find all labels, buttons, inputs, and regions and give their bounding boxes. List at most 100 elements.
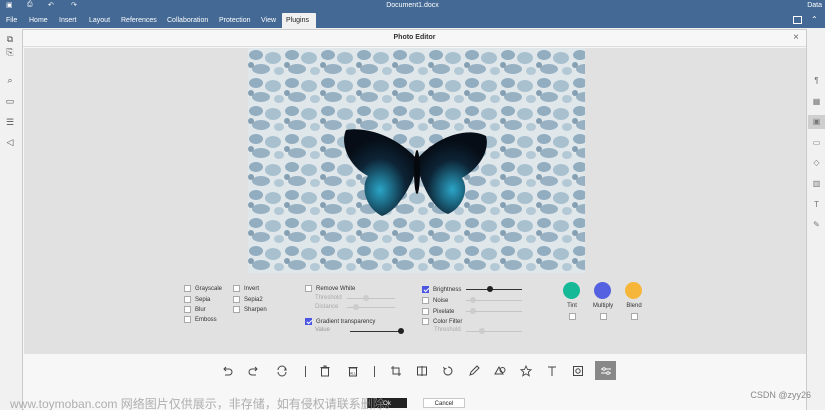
signature-icon[interactable]: ✎ — [808, 218, 825, 232]
noise-label: Noise — [433, 297, 449, 304]
sepia2-option[interactable]: Sepia2 — [233, 295, 263, 304]
color-filter-threshold-knob[interactable] — [479, 328, 485, 334]
shape-settings-icon[interactable]: ◇ — [808, 156, 825, 170]
text-art-icon[interactable]: T — [808, 198, 825, 212]
star-icon[interactable] — [518, 363, 534, 379]
remove-white-threshold-slider[interactable] — [347, 298, 395, 299]
brightness-knob[interactable] — [486, 286, 493, 292]
collapse-icon[interactable]: ⌃ — [811, 16, 820, 24]
gradient-value-slider[interactable] — [350, 331, 402, 332]
photo-canvas[interactable] — [248, 48, 585, 273]
menu-layout[interactable]: Layout — [85, 13, 114, 28]
menu-insert[interactable]: Insert — [55, 13, 81, 28]
invert-label: Invert — [244, 285, 260, 292]
remove-white-checkbox[interactable] — [305, 285, 312, 292]
remove-white-distance-knob[interactable] — [353, 304, 359, 310]
menu-view[interactable]: View — [257, 13, 280, 28]
emboss-checkbox[interactable] — [184, 316, 191, 323]
color-filter-threshold-slider[interactable] — [466, 331, 522, 332]
brightness-slider[interactable] — [466, 289, 522, 290]
remove-white-threshold-knob[interactable] — [363, 295, 369, 301]
crop-icon[interactable] — [388, 363, 404, 379]
remove-white-label: Remove White — [316, 285, 356, 292]
multiply-checkbox[interactable] — [600, 313, 607, 320]
brightness-label: Brightness — [433, 286, 462, 293]
navigation-icon[interactable]: ☰ — [5, 118, 15, 127]
multiply-color-swatch[interactable] — [594, 282, 611, 299]
header-icon[interactable]: ▭ — [808, 136, 825, 150]
remove-white-option[interactable]: Remove White — [305, 284, 355, 293]
close-icon[interactable]: × — [790, 32, 802, 44]
grayscale-checkbox[interactable] — [184, 285, 191, 292]
emboss-option[interactable]: Emboss — [184, 315, 217, 324]
mask-icon[interactable] — [570, 363, 586, 379]
reset-icon[interactable] — [274, 363, 290, 379]
color-filter-option[interactable]: Color Filter — [422, 317, 462, 326]
draw-icon[interactable] — [466, 363, 482, 379]
data-label[interactable]: Data — [807, 2, 822, 9]
image-settings-icon[interactable]: ▣ — [808, 115, 825, 129]
color-filter-label: Color Filter — [433, 318, 463, 325]
comment-icon[interactable]: ▭ — [5, 97, 15, 106]
search-icon[interactable]: ⌕ — [5, 76, 15, 85]
tint-checkbox[interactable] — [569, 313, 576, 320]
color-filter-checkbox[interactable] — [422, 318, 429, 325]
blur-checkbox[interactable] — [184, 306, 191, 313]
dialog-header: Photo Editor × — [23, 30, 806, 47]
noise-knob[interactable] — [470, 297, 476, 303]
menu-references[interactable]: References — [117, 13, 161, 28]
menu-collaboration[interactable]: Collaboration — [163, 13, 212, 28]
invert-option[interactable]: Invert — [233, 284, 259, 293]
delete-all-icon[interactable]: ALL — [345, 363, 361, 379]
menu-home[interactable]: Home — [25, 13, 52, 28]
editor-toolbar: ALL — [24, 355, 806, 387]
brightness-option[interactable]: Brightness — [422, 285, 461, 294]
watermark-text: www.toymoban.com 网络图片仅供展示，非存储，如有侵权请联系删除。 — [10, 397, 397, 410]
pixelate-label: Pixelate — [433, 308, 455, 315]
flip-icon[interactable] — [414, 363, 430, 379]
sepia2-checkbox[interactable] — [233, 296, 240, 303]
chart-icon[interactable]: ▥ — [808, 177, 825, 191]
noise-checkbox[interactable] — [422, 297, 429, 304]
gradient-value-label: Value — [315, 327, 330, 333]
gradient-value-knob[interactable] — [398, 328, 404, 334]
text-icon[interactable] — [544, 363, 560, 379]
brightness-checkbox[interactable] — [422, 286, 429, 293]
table-icon[interactable]: ▦ — [808, 95, 825, 109]
tint-color-swatch[interactable] — [563, 282, 580, 299]
blend-checkbox[interactable] — [631, 313, 638, 320]
undo-icon[interactable] — [219, 363, 235, 379]
sepia2-label: Sepia2 — [244, 296, 263, 303]
sepia-checkbox[interactable] — [184, 296, 191, 303]
delete-icon[interactable] — [317, 363, 333, 379]
gradient-transparency-checkbox[interactable] — [305, 318, 312, 325]
sepia-option[interactable]: Sepia — [184, 295, 210, 304]
cancel-button[interactable]: Cancel — [423, 398, 465, 408]
invert-checkbox[interactable] — [233, 285, 240, 292]
menu-protection[interactable]: Protection — [215, 13, 255, 28]
rotate-icon[interactable] — [440, 363, 456, 379]
paragraph-icon[interactable]: ¶ — [808, 74, 825, 88]
announce-icon[interactable]: ◁ — [5, 138, 15, 147]
sharpen-option[interactable]: Sharpen — [233, 305, 267, 314]
paste-icon[interactable]: ⎘ — [5, 48, 15, 57]
pixelate-option[interactable]: Pixelate — [422, 307, 454, 316]
remove-white-threshold-label: Threshold — [315, 295, 342, 301]
blend-color-swatch[interactable] — [625, 282, 642, 299]
pixelate-checkbox[interactable] — [422, 308, 429, 315]
menu-plugins[interactable]: Plugins — [282, 13, 316, 28]
menu-file[interactable]: File — [2, 13, 21, 28]
photo-editor-dialog: Photo Editor × Grayscale Sepia Blur Embo… — [22, 29, 807, 410]
gradient-transparency-option[interactable]: Gradient transparency — [305, 317, 375, 326]
sharpen-checkbox[interactable] — [233, 306, 240, 313]
blur-option[interactable]: Blur — [184, 305, 206, 314]
copy-icon[interactable]: ⧉ — [5, 35, 15, 44]
grayscale-option[interactable]: Grayscale — [184, 284, 222, 293]
pixelate-knob[interactable] — [470, 308, 476, 314]
filter-icon[interactable] — [595, 361, 616, 380]
window-icon[interactable] — [793, 16, 802, 24]
shape-icon[interactable] — [492, 363, 508, 379]
right-sidebar: ¶ ▦ ▣ ▭ ◇ ▥ T ✎ — [808, 28, 825, 410]
noise-option[interactable]: Noise — [422, 296, 448, 305]
redo-icon[interactable] — [246, 363, 262, 379]
